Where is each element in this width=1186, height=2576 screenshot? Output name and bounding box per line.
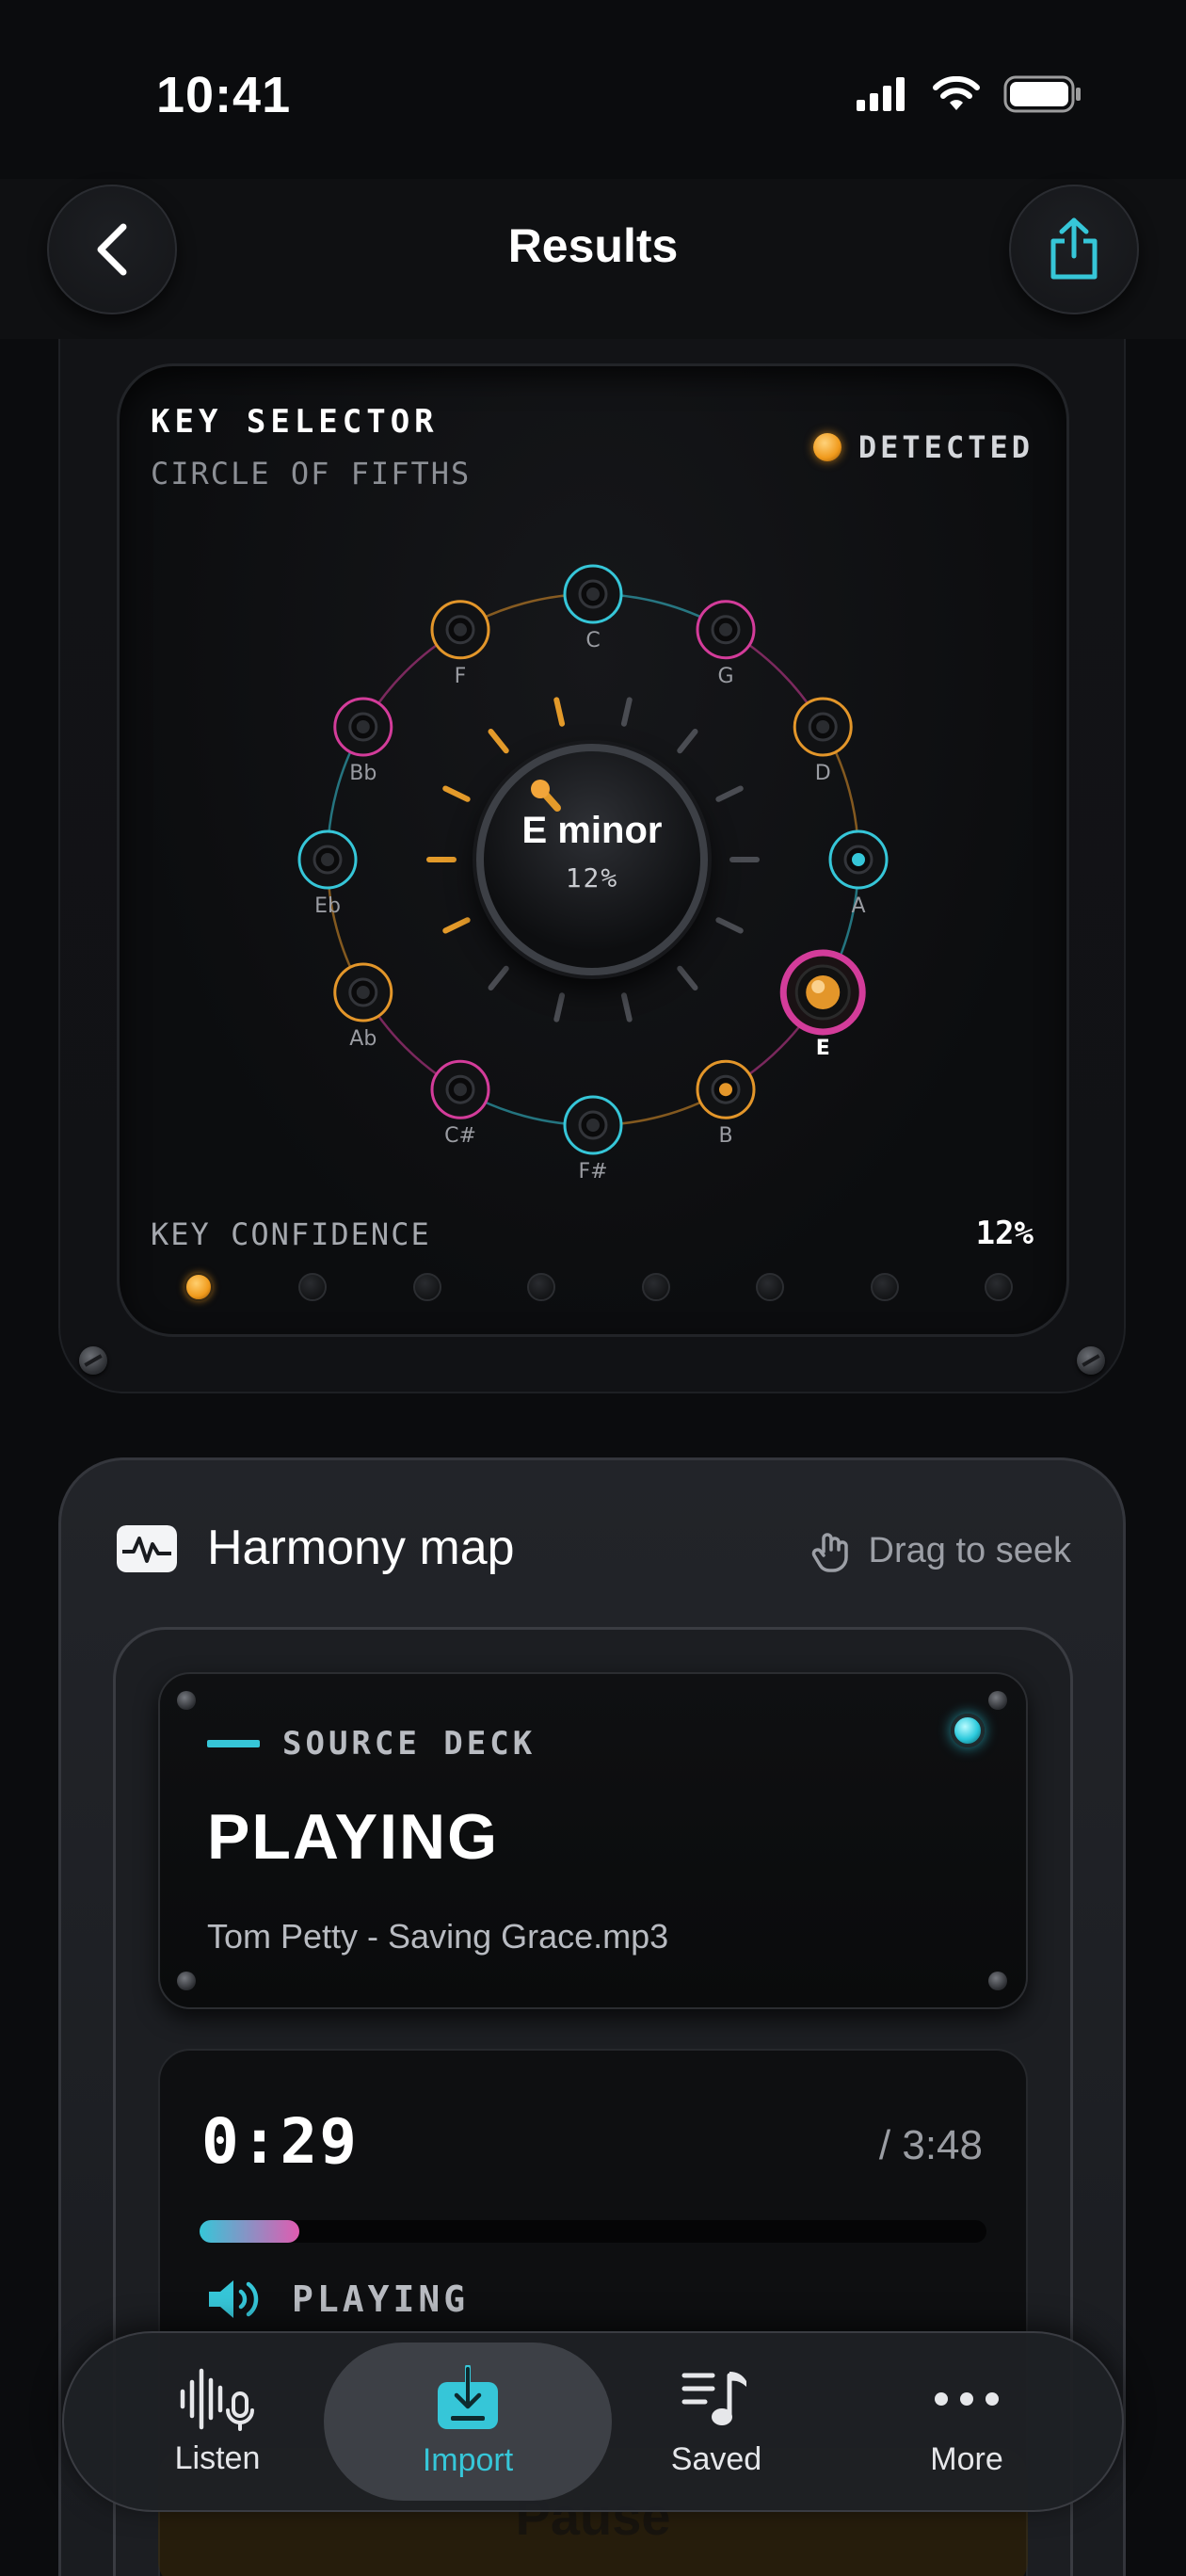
elapsed-time: 0:29 bbox=[201, 2105, 359, 2178]
confidence-dot bbox=[298, 1273, 328, 1301]
harmony-map-title: Harmony map bbox=[207, 1521, 515, 1575]
tab-listen-label: Listen bbox=[174, 2439, 261, 2476]
waveform-mic-icon bbox=[180, 2368, 254, 2431]
hand-drag-icon bbox=[811, 1533, 848, 1572]
key-confidence-label: KEY CONFIDENCE bbox=[151, 1216, 431, 1252]
screw bbox=[988, 1691, 1007, 1710]
confidence-dot bbox=[412, 1273, 441, 1301]
screw bbox=[177, 1972, 196, 1990]
screw bbox=[177, 1691, 196, 1710]
tab-more-label: More bbox=[930, 2440, 1003, 2477]
tab-saved-label: Saved bbox=[670, 2440, 762, 2477]
key-label: E bbox=[816, 1037, 830, 1060]
key-confidence-value: 12% bbox=[975, 1215, 1034, 1252]
source-deck-label: SOURCE DECK bbox=[282, 1725, 537, 1763]
confidence-dot bbox=[527, 1273, 556, 1301]
waveform-icon bbox=[117, 1525, 177, 1572]
detected-key-percent: 12% bbox=[565, 862, 619, 894]
confidence-dot bbox=[756, 1273, 785, 1301]
key-node-b[interactable]: B bbox=[696, 1059, 756, 1148]
speaker-icon bbox=[209, 2280, 259, 2318]
confidence-dot bbox=[870, 1273, 899, 1301]
music-list-icon bbox=[681, 2371, 746, 2425]
tab-listen[interactable]: Listen bbox=[100, 2343, 335, 2501]
playback-state-label: PLAYING bbox=[292, 2278, 470, 2320]
source-deck-state: PLAYING bbox=[207, 1801, 500, 1873]
drag-to-seek-hint: Drag to seek bbox=[810, 1529, 1071, 1572]
key-label: F# bbox=[578, 1160, 607, 1183]
key-label: B bbox=[718, 1124, 732, 1148]
tab-more[interactable]: More bbox=[849, 2343, 1084, 2501]
drag-to-seek-label: Drag to seek bbox=[868, 1530, 1071, 1570]
source-deck-led-icon bbox=[951, 1714, 985, 1747]
playback-progress-fill bbox=[200, 2220, 300, 2243]
total-time: / 3:48 bbox=[878, 2122, 983, 2168]
confidence-dot bbox=[984, 1273, 1013, 1301]
tab-saved[interactable]: Saved bbox=[599, 2343, 834, 2501]
key-node-c-sharp[interactable]: C# bbox=[430, 1059, 490, 1148]
playback-state: PLAYING bbox=[205, 2277, 469, 2322]
source-deck-accent bbox=[207, 1740, 260, 1747]
tab-import[interactable]: Import bbox=[324, 2343, 612, 2501]
confidence-dot bbox=[641, 1273, 670, 1301]
import-icon bbox=[438, 2364, 498, 2429]
source-deck-filename: Tom Petty - Saving Grace.mp3 bbox=[207, 1917, 669, 1956]
playback-progress-bar[interactable] bbox=[200, 2220, 986, 2243]
tab-import-label: Import bbox=[422, 2441, 514, 2478]
key-confidence-meter bbox=[184, 1273, 1013, 1301]
ellipsis-icon bbox=[935, 2391, 999, 2406]
detected-key-label: E minor bbox=[521, 810, 663, 851]
key-label: C# bbox=[444, 1124, 476, 1148]
key-node-f-sharp[interactable]: F# bbox=[563, 1095, 623, 1183]
screw bbox=[988, 1972, 1007, 1990]
confidence-dot bbox=[184, 1273, 213, 1301]
